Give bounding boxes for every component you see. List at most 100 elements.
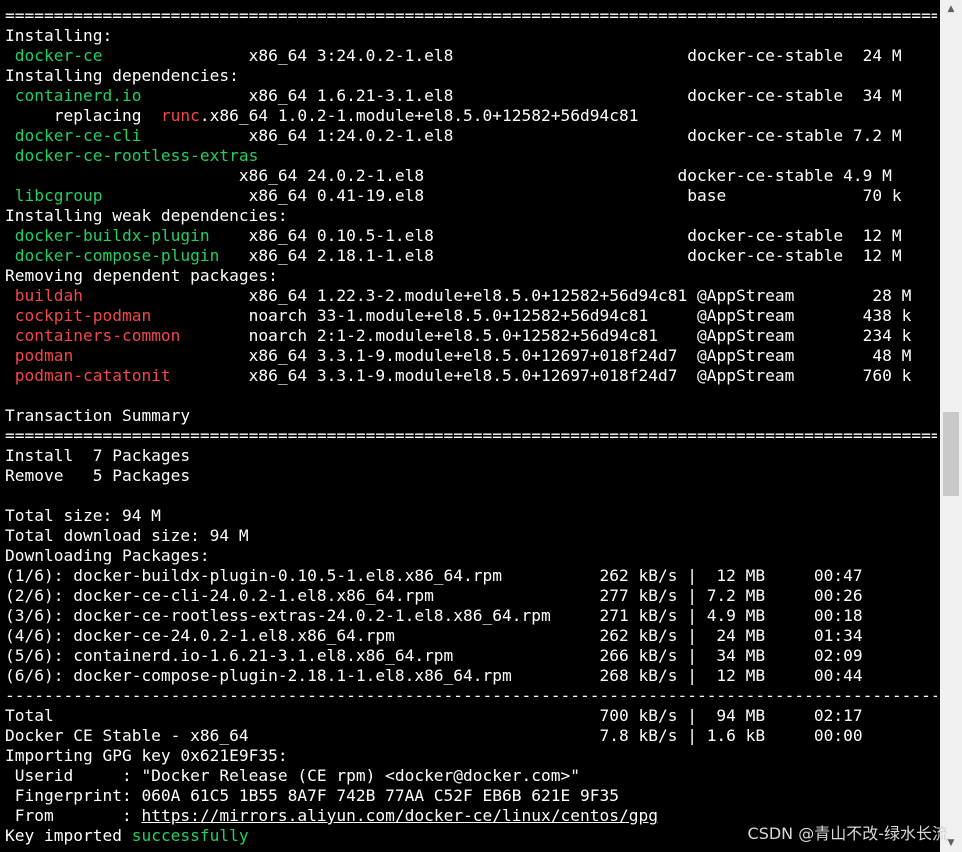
terminal-line: docker-buildx-plugin x86_64 0.10.5-1.el8… bbox=[5, 226, 937, 246]
gpg-url-link[interactable]: https://mirrors.aliyun.com/docker-ce/lin… bbox=[141, 806, 658, 825]
terminal-text: Installing weak dependencies: bbox=[5, 206, 288, 225]
terminal-text: Installing: bbox=[5, 26, 113, 45]
terminal-line: (5/6): containerd.io-1.6.21-3.1.el8.x86_… bbox=[5, 646, 937, 666]
terminal-line: docker-ce x86_64 3:24.0.2-1.el8 docker-c… bbox=[5, 46, 937, 66]
terminal-line: Remove 5 Packages bbox=[5, 466, 937, 486]
terminal-text: noarch 33-1.module+el8.5.0+12582+56d94c8… bbox=[151, 306, 912, 325]
terminal-text: x86_64 1.6.21-3.1.el8 docker-ce-stable 3… bbox=[141, 86, 902, 105]
terminal-window[interactable]: ========================================… bbox=[0, 0, 962, 852]
terminal-output: ========================================… bbox=[5, 6, 937, 846]
csdn-watermark: CSDN @青山不改-绿水长流 bbox=[747, 824, 948, 843]
terminal-text: ----------------------------------------… bbox=[5, 686, 937, 705]
terminal-line: Userid : "Docker Release (CE rpm) <docke… bbox=[5, 766, 937, 786]
terminal-text: (6/6): docker-compose-plugin-2.18.1-1.el… bbox=[5, 666, 863, 685]
terminal-line: Total 700 kB/s | 94 MB 02:17 bbox=[5, 706, 937, 726]
terminal-text: Key imported bbox=[5, 826, 132, 845]
terminal-text: docker-compose-plugin bbox=[14, 246, 220, 265]
vertical-scrollbar[interactable]: ▲ ▼ bbox=[940, 0, 962, 852]
terminal-line: (1/6): docker-buildx-plugin-0.10.5-1.el8… bbox=[5, 566, 937, 586]
terminal-text: Total download size: 94 M bbox=[5, 526, 249, 545]
terminal-text: (4/6): docker-ce-24.0.2-1.el8.x86_64.rpm… bbox=[5, 626, 863, 645]
terminal-text: cockpit-podman bbox=[14, 306, 152, 325]
terminal-line: x86_64 24.0.2-1.el8 docker-ce-stable 4.9… bbox=[5, 166, 937, 186]
terminal-line: Total size: 94 M bbox=[5, 506, 937, 526]
terminal-line: Removing dependent packages: bbox=[5, 266, 937, 286]
terminal-text: docker-ce-rootless-extras bbox=[14, 146, 259, 165]
terminal-line: Importing GPG key 0x621E9F35: bbox=[5, 746, 937, 766]
terminal-text: ========================================… bbox=[5, 426, 937, 445]
terminal-text: (5/6): containerd.io-1.6.21-3.1.el8.x86_… bbox=[5, 646, 863, 665]
terminal-text: ========================================… bbox=[5, 6, 937, 25]
terminal-text: (3/6): docker-ce-rootless-extras-24.0.2-… bbox=[5, 606, 863, 625]
terminal-text: docker-ce bbox=[14, 46, 103, 65]
terminal-line: Downloading Packages: bbox=[5, 546, 937, 566]
terminal-text: x86_64 1:24.0.2-1.el8 docker-ce-stable 7… bbox=[141, 126, 902, 145]
terminal-text: runc bbox=[160, 106, 200, 125]
terminal-line: libcgroup x86_64 0.41-19.el8 base 70 k bbox=[5, 186, 937, 206]
terminal-line: docker-compose-plugin x86_64 2.18.1-1.el… bbox=[5, 246, 937, 266]
terminal-text: Remove 5 Packages bbox=[5, 466, 191, 485]
terminal-line: (6/6): docker-compose-plugin-2.18.1-1.el… bbox=[5, 666, 937, 686]
terminal-text: x86_64 0.41-19.el8 base 70 k bbox=[102, 186, 902, 205]
terminal-line: podman x86_64 3.3.1-9.module+el8.5.0+126… bbox=[5, 346, 937, 366]
terminal-text: successfully bbox=[131, 826, 249, 845]
terminal-text: buildah bbox=[14, 286, 83, 305]
terminal-line: cockpit-podman noarch 33-1.module+el8.5.… bbox=[5, 306, 937, 326]
terminal-line: containers-common noarch 2:1-2.module+el… bbox=[5, 326, 937, 346]
terminal-text: x86_64 2.18.1-1.el8 docker-ce-stable 12 … bbox=[219, 246, 902, 265]
terminal-text: containerd.io bbox=[14, 86, 142, 105]
terminal-line: docker-ce-rootless-extras bbox=[5, 146, 937, 166]
terminal-text: x86_64 1.22.3-2.module+el8.5.0+12582+56d… bbox=[82, 286, 912, 305]
terminal-text: Fingerprint: 060A 61C5 1B55 8A7F 742B 77… bbox=[5, 786, 619, 805]
terminal-text: podman bbox=[14, 346, 74, 365]
terminal-text: containers-common bbox=[14, 326, 181, 345]
terminal-text: x86_64 0.10.5-1.el8 docker-ce-stable 12 … bbox=[209, 226, 902, 245]
scrollbar-thumb[interactable] bbox=[943, 412, 959, 496]
terminal-text: Transaction Summary bbox=[5, 406, 191, 425]
scroll-up-icon[interactable]: ▲ bbox=[940, 0, 962, 18]
terminal-text: noarch 2:1-2.module+el8.5.0+12582+56d94c… bbox=[180, 326, 912, 345]
terminal-text: Total 700 kB/s | 94 MB 02:17 bbox=[5, 706, 863, 725]
terminal-text: x86_64 24.0.2-1.el8 docker-ce-stable 4.9… bbox=[5, 166, 892, 185]
terminal-line: Installing dependencies: bbox=[5, 66, 937, 86]
terminal-line: replacing runc.x86_64 1.0.2-1.module+el8… bbox=[5, 106, 937, 126]
terminal-line: Fingerprint: 060A 61C5 1B55 8A7F 742B 77… bbox=[5, 786, 937, 806]
terminal-text: libcgroup bbox=[14, 186, 103, 205]
terminal-line: podman-catatonit x86_64 3.3.1-9.module+e… bbox=[5, 366, 937, 386]
terminal-line: ========================================… bbox=[5, 426, 937, 446]
terminal-text: Install 7 Packages bbox=[5, 446, 191, 465]
terminal-text: docker-buildx-plugin bbox=[14, 226, 210, 245]
terminal-text: Installing dependencies: bbox=[5, 66, 239, 85]
terminal-line: docker-ce-cli x86_64 1:24.0.2-1.el8 dock… bbox=[5, 126, 937, 146]
terminal-text: Downloading Packages: bbox=[5, 546, 210, 565]
terminal-line: Installing weak dependencies: bbox=[5, 206, 937, 226]
terminal-text: x86_64 3.3.1-9.module+el8.5.0+12697+018f… bbox=[73, 346, 912, 365]
terminal-line: (3/6): docker-ce-rootless-extras-24.0.2-… bbox=[5, 606, 937, 626]
terminal-text: (2/6): docker-ce-cli-24.0.2-1.el8.x86_64… bbox=[5, 586, 863, 605]
terminal-text: Removing dependent packages: bbox=[5, 266, 278, 285]
terminal-line: (2/6): docker-ce-cli-24.0.2-1.el8.x86_64… bbox=[5, 586, 937, 606]
terminal-text: docker-ce-cli bbox=[14, 126, 142, 145]
terminal-text: podman-catatonit bbox=[14, 366, 171, 385]
terminal-text: x86_64 3:24.0.2-1.el8 docker-ce-stable 2… bbox=[102, 46, 902, 65]
terminal-text: From : bbox=[5, 806, 142, 825]
terminal-line: Total download size: 94 M bbox=[5, 526, 937, 546]
terminal-line: ========================================… bbox=[5, 6, 937, 26]
terminal-text: (1/6): docker-buildx-plugin-0.10.5-1.el8… bbox=[5, 566, 863, 585]
terminal-line: containerd.io x86_64 1.6.21-3.1.el8 dock… bbox=[5, 86, 937, 106]
terminal-text: Docker CE Stable - x86_64 7.8 kB/s | 1.6… bbox=[5, 726, 863, 745]
terminal-line: buildah x86_64 1.22.3-2.module+el8.5.0+1… bbox=[5, 286, 937, 306]
